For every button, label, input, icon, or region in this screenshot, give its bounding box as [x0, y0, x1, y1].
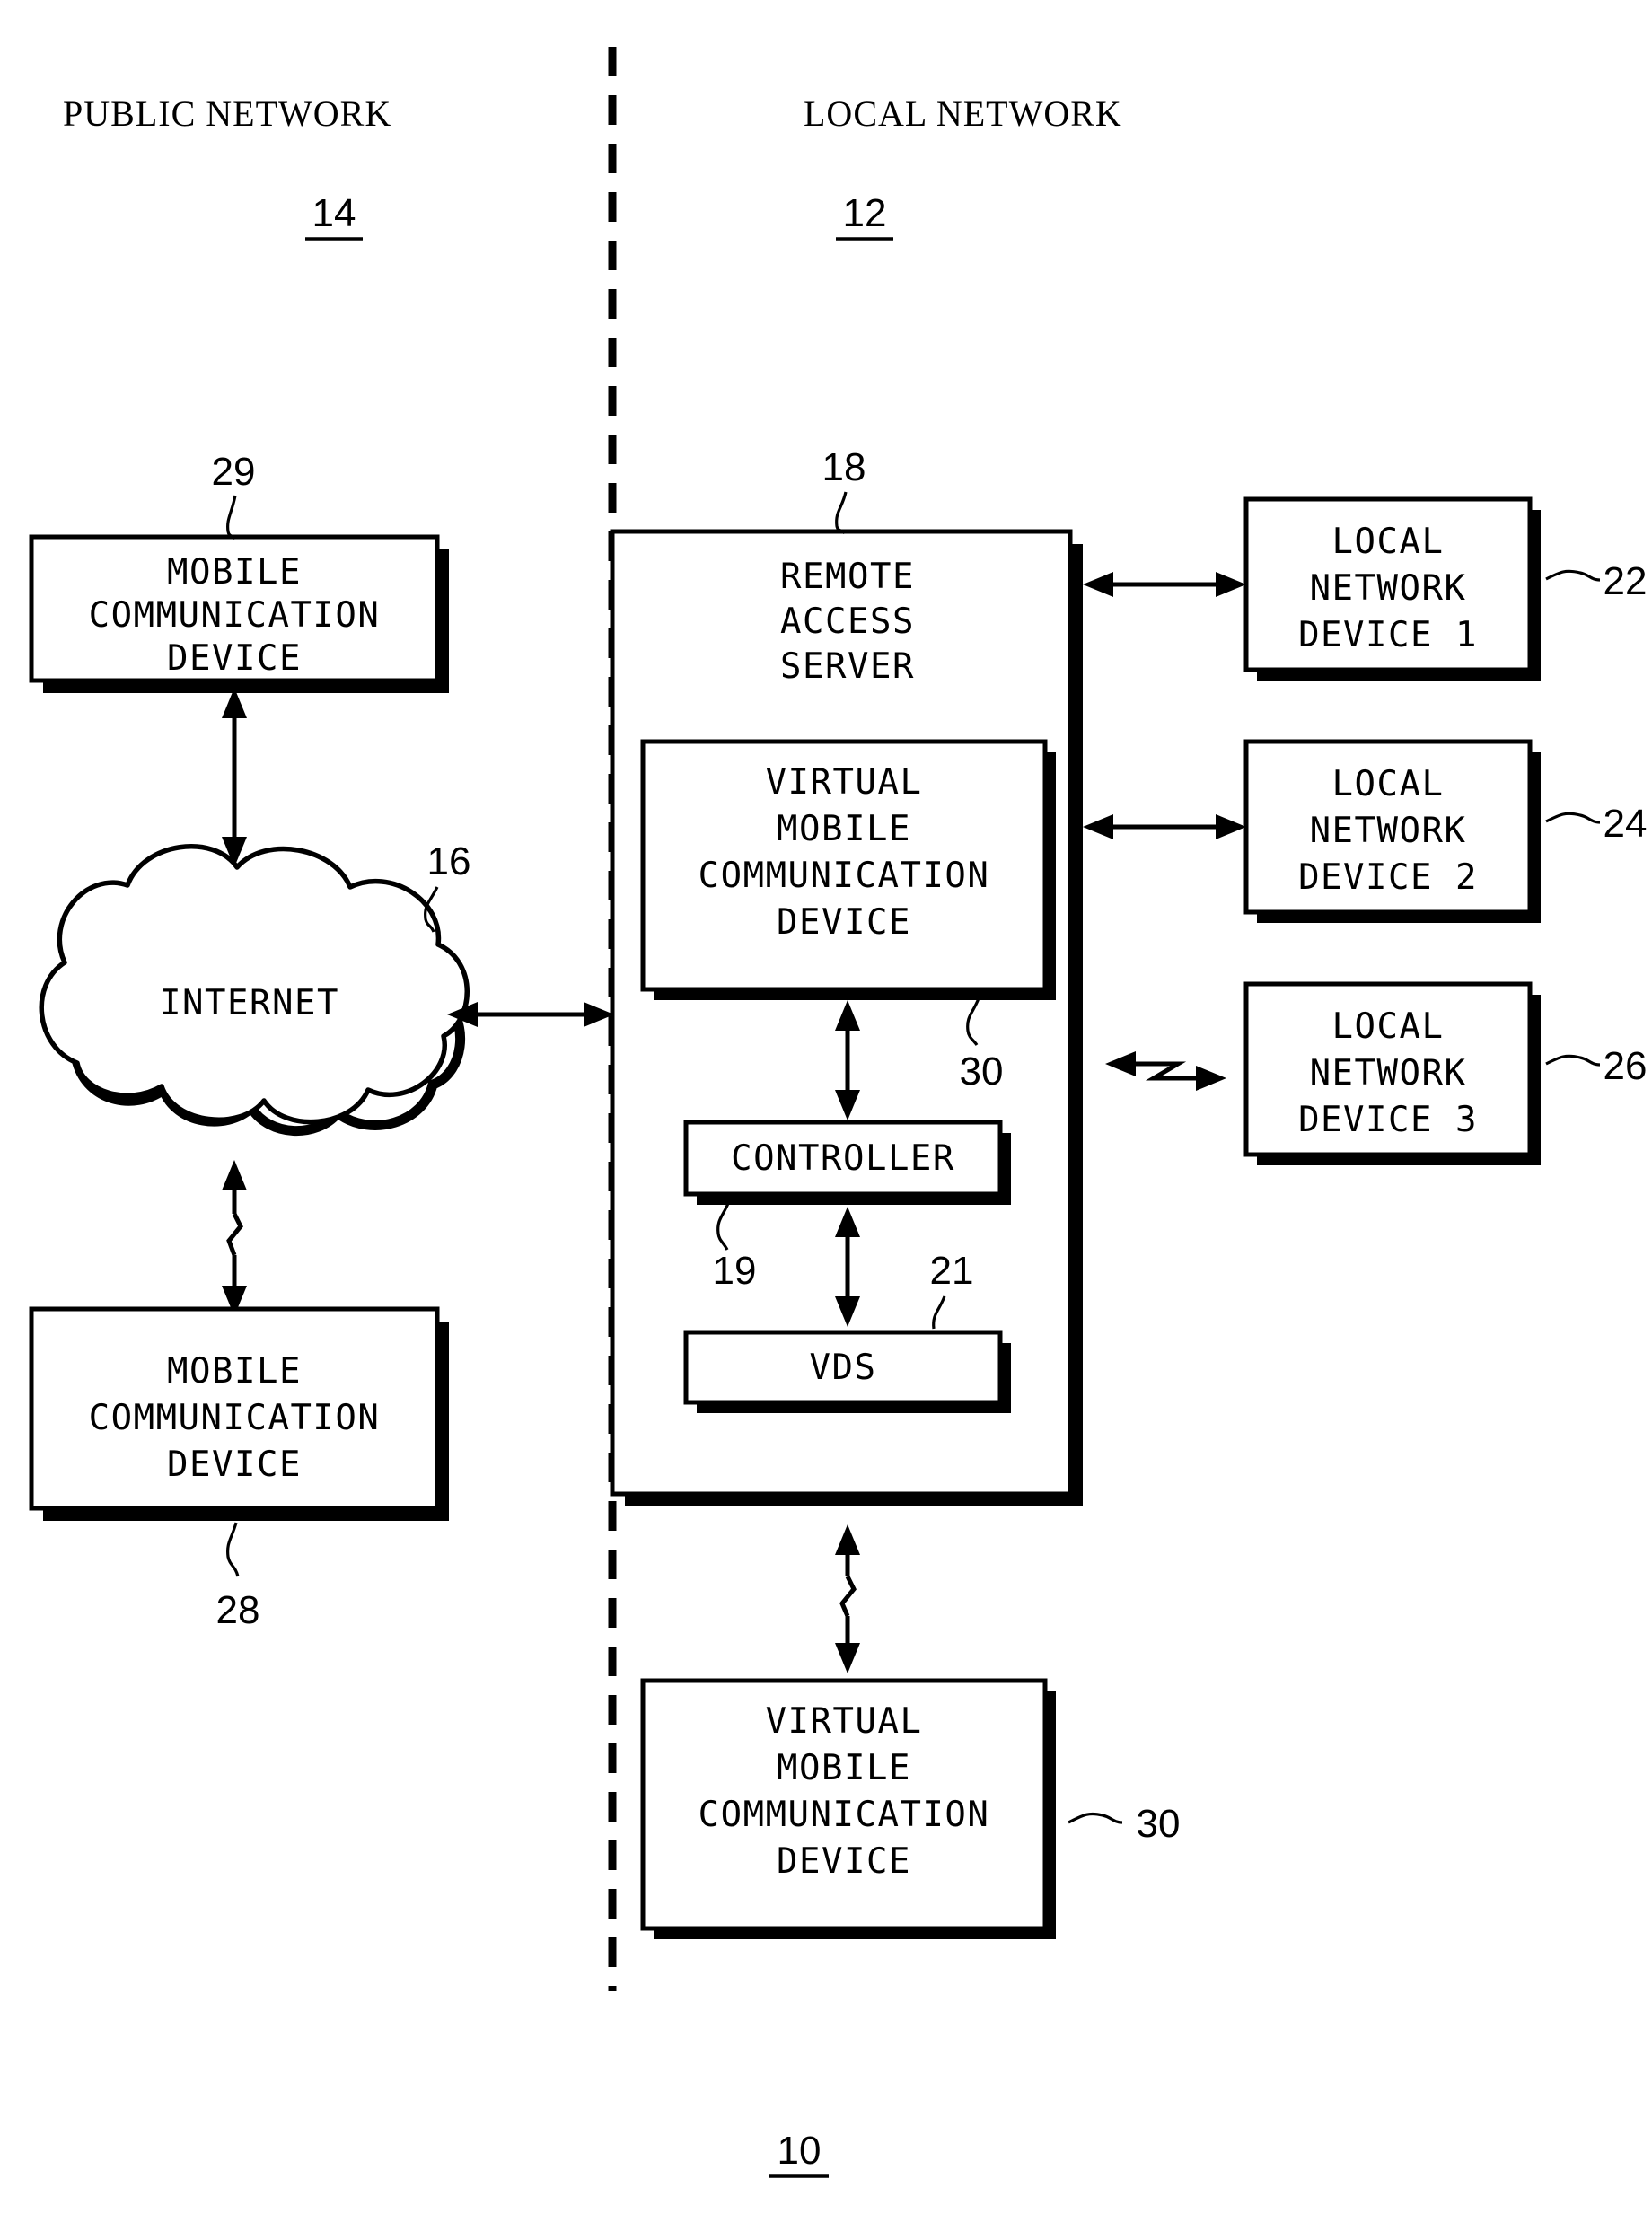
- connector-server-to-lnd3-wireless: [1105, 1051, 1226, 1091]
- lnd2-line-3: DEVICE 2: [1298, 857, 1478, 898]
- network-architecture-diagram: PUBLIC NETWORK LOCAL NETWORK 14 12 MOBIL…: [29, 47, 1648, 2178]
- local-network-header: LOCAL NETWORK: [804, 93, 1122, 134]
- mobile-device-top-line-2: COMMUNICATION: [89, 595, 381, 636]
- vmcd-inner-line-4: DEVICE: [777, 902, 911, 943]
- ref-callout-19: 19: [713, 1249, 757, 1293]
- connector-server-to-vmcd-outer: [835, 1524, 860, 1673]
- ref-callout-18: 18: [822, 445, 866, 489]
- local-network-device-2-node: LOCAL NETWORK DEVICE 2: [1243, 739, 1541, 923]
- section-ref-public-network: 14: [312, 191, 356, 235]
- lnd2-line-2: NETWORK: [1310, 811, 1467, 851]
- remote-access-server-line-1: REMOTE: [780, 557, 915, 597]
- mobile-device-top-line-3: DEVICE: [167, 638, 302, 679]
- vmcd-outer-line-3: COMMUNICATION: [699, 1795, 990, 1835]
- ref-callout-30-inner: 30: [960, 1050, 1004, 1093]
- ref-callout-18-leader: [835, 491, 848, 535]
- ref-callout-24: 24: [1604, 802, 1648, 846]
- vmcd-inner-line-3: COMMUNICATION: [699, 856, 990, 896]
- ref-callout-26: 26: [1604, 1044, 1648, 1088]
- lnd1-line-3: DEVICE 1: [1298, 615, 1478, 655]
- lnd2-line-1: LOCAL: [1332, 764, 1445, 804]
- ref-callout-29-leader: [226, 495, 237, 540]
- virtual-mobile-communication-device-outer-node: VIRTUAL MOBILE COMMUNICATION DEVICE: [640, 1678, 1056, 1939]
- mobile-device-bottom-line-1: MOBILE: [167, 1351, 302, 1392]
- lnd3-line-1: LOCAL: [1332, 1006, 1445, 1047]
- section-ref-local-network: 12: [843, 191, 887, 235]
- vds-node: VDS: [683, 1330, 1011, 1413]
- connector-server-to-lnd1: [1083, 572, 1246, 597]
- ref-callout-22-leader: [1545, 569, 1601, 582]
- mobile-device-bottom-line-2: COMMUNICATION: [89, 1398, 381, 1438]
- remote-access-server-line-3: SERVER: [780, 646, 915, 687]
- mobile-device-bottom-line-3: DEVICE: [167, 1445, 302, 1485]
- connector-internet-to-local-network: [447, 1002, 614, 1027]
- ref-callout-21: 21: [930, 1249, 974, 1293]
- mobile-device-top-line-1: MOBILE: [167, 552, 302, 593]
- ref-callout-24-leader: [1545, 812, 1601, 824]
- vmcd-outer-line-2: MOBILE: [777, 1748, 911, 1788]
- figure-number: 10: [778, 2129, 822, 2173]
- vmcd-outer-line-1: VIRTUAL: [766, 1701, 923, 1742]
- controller-label: CONTROLLER: [731, 1138, 955, 1179]
- local-network-device-1-node: LOCAL NETWORK DEVICE 1: [1243, 496, 1541, 681]
- vmcd-inner-line-1: VIRTUAL: [766, 762, 923, 803]
- ref-callout-26-leader: [1545, 1054, 1601, 1067]
- virtual-mobile-communication-device-inner-node: VIRTUAL MOBILE COMMUNICATION DEVICE: [640, 739, 1056, 1000]
- mobile-communication-device-top-node: MOBILE COMMUNICATION DEVICE: [29, 534, 449, 693]
- mobile-communication-device-bottom-node: MOBILE COMMUNICATION DEVICE: [29, 1306, 449, 1521]
- vmcd-outer-line-4: DEVICE: [777, 1841, 911, 1882]
- ref-callout-28-leader: [226, 1522, 240, 1577]
- internet-cloud-node: INTERNET: [39, 844, 470, 1136]
- ref-callout-29: 29: [212, 450, 256, 494]
- controller-node: CONTROLLER: [683, 1120, 1011, 1205]
- ref-callout-16: 16: [427, 839, 471, 883]
- ref-callout-22: 22: [1604, 559, 1648, 603]
- connector-mobile-top-to-internet: [222, 688, 247, 867]
- ref-callout-30-outer: 30: [1137, 1802, 1181, 1846]
- connector-internet-to-mobile-bottom: [222, 1160, 247, 1316]
- connector-server-to-lnd2: [1083, 814, 1246, 839]
- internet-cloud-label: INTERNET: [160, 983, 339, 1023]
- vds-label: VDS: [810, 1348, 877, 1388]
- remote-access-server-line-2: ACCESS: [780, 602, 915, 642]
- vmcd-inner-line-2: MOBILE: [777, 809, 911, 849]
- patent-figure: PUBLIC NETWORK LOCAL NETWORK 14 12 MOBIL…: [0, 0, 1652, 2222]
- ref-callout-30-outer-leader: [1068, 1812, 1123, 1824]
- lnd3-line-3: DEVICE 3: [1298, 1100, 1478, 1140]
- lnd1-line-2: NETWORK: [1310, 568, 1467, 609]
- lnd3-line-2: NETWORK: [1310, 1053, 1467, 1093]
- public-network-header: PUBLIC NETWORK: [63, 93, 391, 134]
- local-network-device-3-node: LOCAL NETWORK DEVICE 3: [1243, 981, 1541, 1165]
- ref-callout-28: 28: [216, 1588, 260, 1632]
- lnd1-line-1: LOCAL: [1332, 522, 1445, 562]
